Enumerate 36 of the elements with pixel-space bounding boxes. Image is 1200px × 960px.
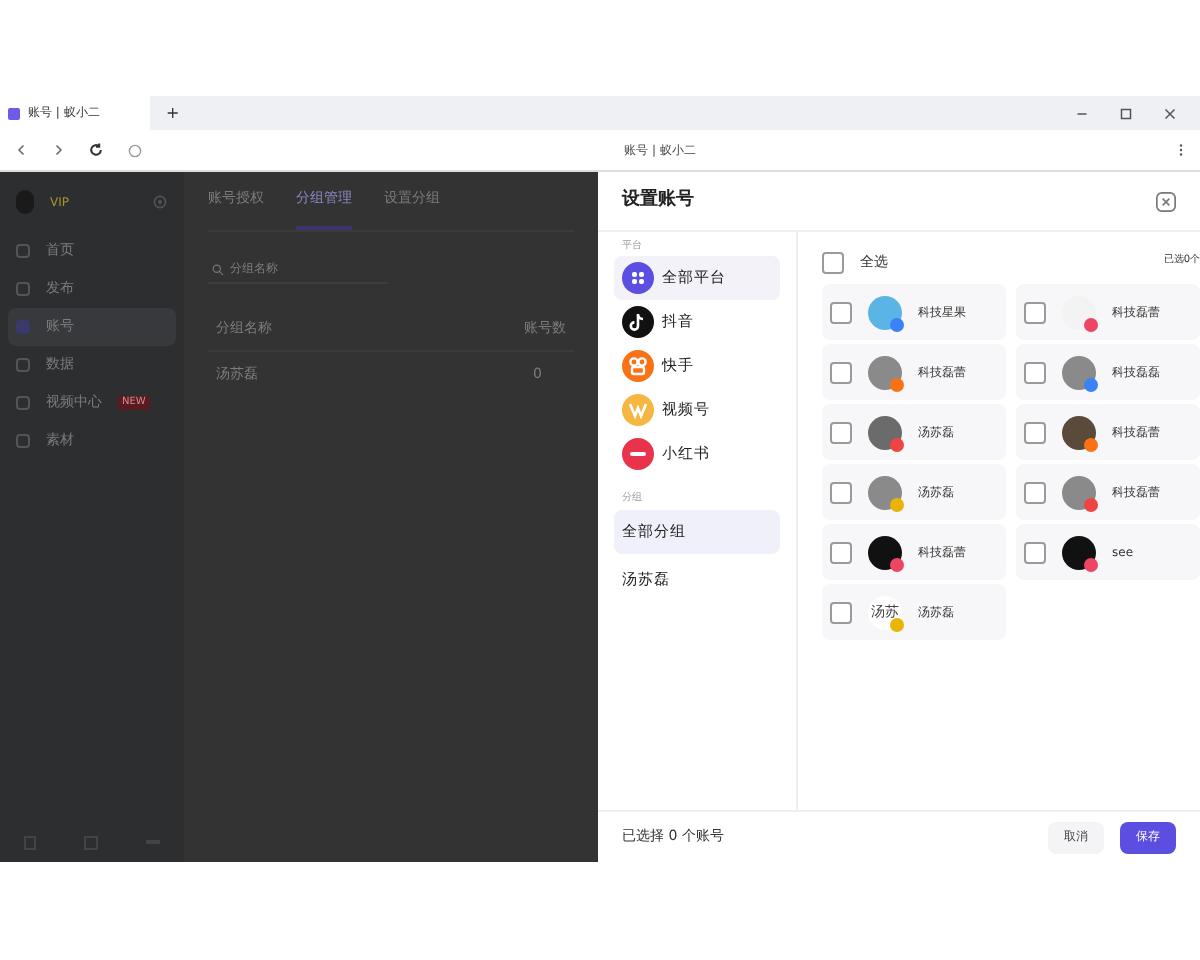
dialog-title: 设置账号 bbox=[622, 187, 694, 214]
site-info-icon[interactable] bbox=[128, 143, 142, 157]
close-icon[interactable] bbox=[1156, 191, 1176, 211]
nav-icon bbox=[16, 434, 30, 448]
platform-logo-icon bbox=[622, 393, 654, 425]
checkbox[interactable] bbox=[830, 301, 852, 323]
nav-icon bbox=[16, 396, 30, 410]
checkbox[interactable] bbox=[1024, 421, 1046, 443]
checkbox[interactable] bbox=[830, 481, 852, 503]
checkbox[interactable] bbox=[830, 421, 852, 443]
nav-icon bbox=[16, 320, 30, 334]
checkbox[interactable] bbox=[830, 541, 852, 563]
checkbox[interactable] bbox=[1024, 361, 1046, 383]
app-logo-icon bbox=[8, 107, 20, 119]
checkbox[interactable] bbox=[830, 601, 852, 623]
new-tab-button[interactable]: + bbox=[166, 101, 180, 125]
platform-logo-icon bbox=[622, 349, 654, 381]
forward-icon[interactable] bbox=[52, 144, 64, 156]
checkbox[interactable] bbox=[830, 361, 852, 383]
nav-icon bbox=[16, 358, 30, 372]
close-icon[interactable] bbox=[1164, 107, 1176, 119]
platform-logo-icon bbox=[622, 305, 654, 337]
nav-icon bbox=[16, 244, 30, 258]
minimize-icon[interactable] bbox=[1076, 107, 1088, 119]
search-icon bbox=[212, 264, 224, 276]
maximize-icon[interactable] bbox=[1120, 107, 1132, 119]
more-icon[interactable] bbox=[1178, 142, 1184, 158]
checkbox[interactable] bbox=[1024, 541, 1046, 563]
checkbox[interactable] bbox=[1024, 481, 1046, 503]
grid-icon bbox=[622, 261, 654, 293]
platform-logo-icon bbox=[622, 437, 654, 469]
nav-icon bbox=[16, 282, 30, 296]
back-icon[interactable] bbox=[16, 144, 28, 156]
checkbox[interactable] bbox=[822, 251, 844, 273]
reload-icon[interactable] bbox=[88, 142, 104, 158]
checkbox[interactable] bbox=[1024, 301, 1046, 323]
